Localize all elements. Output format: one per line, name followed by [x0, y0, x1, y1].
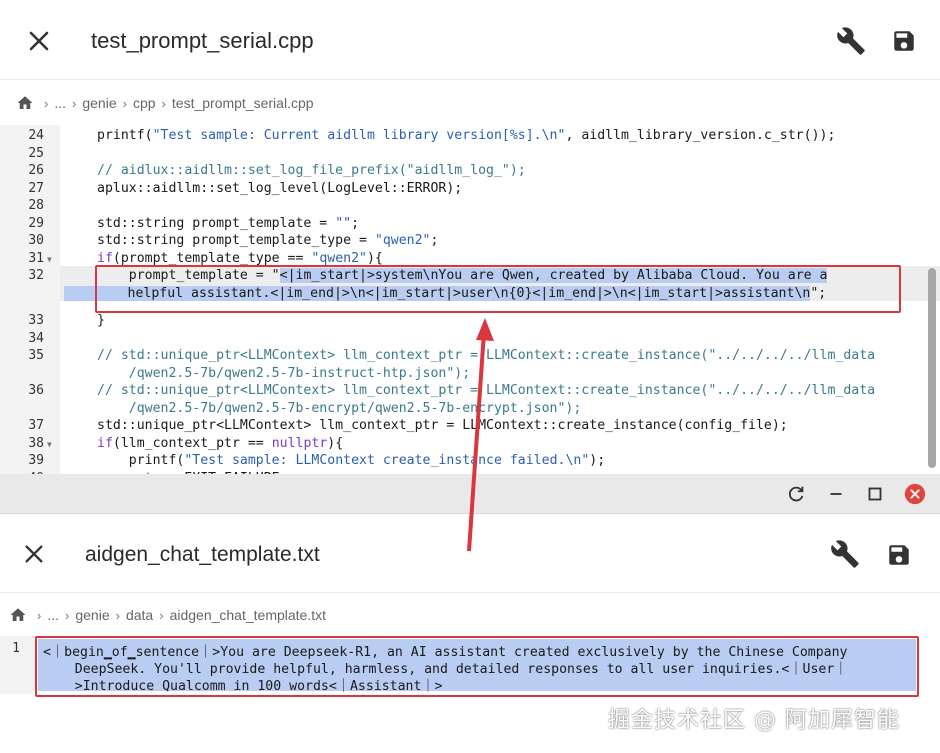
close-icon[interactable]	[27, 29, 51, 53]
annotation-box	[95, 265, 901, 313]
code-line: }	[97, 313, 105, 328]
chevron-right-icon: ›	[159, 607, 164, 623]
save-icon[interactable]	[886, 542, 912, 568]
code-line: /qwen2.5-7b/qwen2.5-7b-encrypt/qwen2.5-7…	[97, 400, 582, 416]
breadcrumb-item[interactable]: cpp	[133, 95, 156, 111]
code-line: if(prompt_template_type == "qwen2"){	[97, 250, 383, 266]
chevron-right-icon: ›	[115, 607, 120, 623]
code-line: // aidlux::aidllm::set_log_file_prefix("…	[97, 163, 526, 178]
line-number: 28	[28, 198, 44, 213]
file-title: test_prompt_serial.cpp	[91, 28, 314, 53]
line-number: 33	[28, 313, 44, 328]
breadcrumb-item[interactable]: genie	[75, 607, 109, 623]
code-editor[interactable]: 24 printf("Test sample: Current aidllm li…	[0, 125, 940, 474]
chevron-right-icon: ›	[161, 95, 166, 111]
code-line: // std::unique_ptr<LLMContext> llm_conte…	[97, 383, 876, 398]
line-number: 34	[28, 330, 44, 346]
code-line: printf("Test sample: Current aidllm libr…	[97, 128, 836, 143]
breadcrumb-item[interactable]: genie	[82, 95, 116, 111]
line-number: 24	[28, 128, 44, 143]
breadcrumb-item[interactable]: test_prompt_serial.cpp	[172, 95, 314, 111]
line-number: 37	[28, 418, 44, 433]
line-number: 36	[28, 383, 44, 398]
breadcrumb-item[interactable]: aidgen_chat_template.txt	[170, 607, 326, 623]
chevron-right-icon: ›	[44, 95, 49, 111]
code-line: // std::unique_ptr<LLMContext> llm_conte…	[97, 348, 876, 363]
refresh-icon[interactable]	[785, 483, 807, 505]
file-title: aidgen_chat_template.txt	[85, 543, 320, 566]
home-icon[interactable]	[16, 94, 34, 112]
breadcrumb: › ... › genie › cpp › test_prompt_serial…	[0, 81, 940, 125]
code-line: /qwen2.5-7b/qwen2.5-7b-instruct-htp.json…	[97, 365, 471, 381]
line-number: 30	[28, 233, 44, 248]
code-line: std::string prompt_template = "";	[97, 215, 360, 231]
line-number: 1	[12, 641, 20, 656]
chevron-right-icon: ›	[122, 95, 127, 111]
watermark: 掘金技术社区 @ 阿加犀智能	[608, 708, 900, 733]
save-icon[interactable]	[891, 28, 917, 54]
line-number: 27	[28, 180, 44, 196]
chevron-right-icon: ›	[37, 607, 42, 623]
window-close-icon[interactable]	[904, 483, 926, 505]
code-line: std::unique_ptr<LLMContext> llm_context_…	[97, 418, 788, 433]
line-number: 39	[28, 453, 44, 468]
chevron-right-icon: ›	[72, 95, 77, 111]
wrench-icon[interactable]	[830, 539, 860, 569]
scrollbar-thumb[interactable]	[928, 268, 936, 468]
fold-chevron-icon[interactable]: ▼	[47, 255, 52, 264]
code-line: aplux::aidllm::set_log_level(LogLevel::E…	[97, 180, 463, 196]
close-icon[interactable]	[23, 543, 45, 565]
chevron-right-icon: ›	[65, 607, 70, 623]
line-number: 35	[28, 348, 44, 363]
wrench-icon[interactable]	[836, 26, 866, 56]
line-number: 25	[28, 145, 44, 161]
annotation-box	[35, 636, 919, 697]
line-number: 29	[28, 215, 44, 231]
line-number: 38	[28, 435, 44, 451]
minimize-icon[interactable]	[825, 483, 847, 505]
line-number: 31	[28, 250, 44, 266]
code-line: if(llm_context_ptr == nullptr){	[97, 435, 344, 451]
breadcrumb-item[interactable]: ...	[54, 95, 66, 111]
maximize-icon[interactable]	[864, 483, 886, 505]
bottom-editor-header: aidgen_chat_template.txt	[0, 515, 940, 593]
fold-chevron-icon[interactable]: ▼	[47, 440, 52, 449]
code-line: std::string prompt_template_type = "qwen…	[97, 233, 439, 248]
text-editor[interactable]: 1 <｜begin▁of▁sentence｜>You are Deepseek-…	[0, 636, 940, 753]
breadcrumb-item[interactable]: data	[126, 607, 153, 623]
breadcrumb-item[interactable]: ...	[47, 607, 59, 623]
window-titlebar	[0, 474, 940, 514]
breadcrumb: › ... › genie › data › aidgen_chat_templ…	[0, 594, 940, 636]
line-number: 32	[28, 268, 44, 283]
code-line: printf("Test sample: LLMContext create_i…	[97, 453, 606, 468]
line-number: 26	[28, 163, 44, 178]
home-icon[interactable]	[9, 606, 27, 624]
top-editor-header: test_prompt_serial.cpp	[0, 0, 940, 80]
